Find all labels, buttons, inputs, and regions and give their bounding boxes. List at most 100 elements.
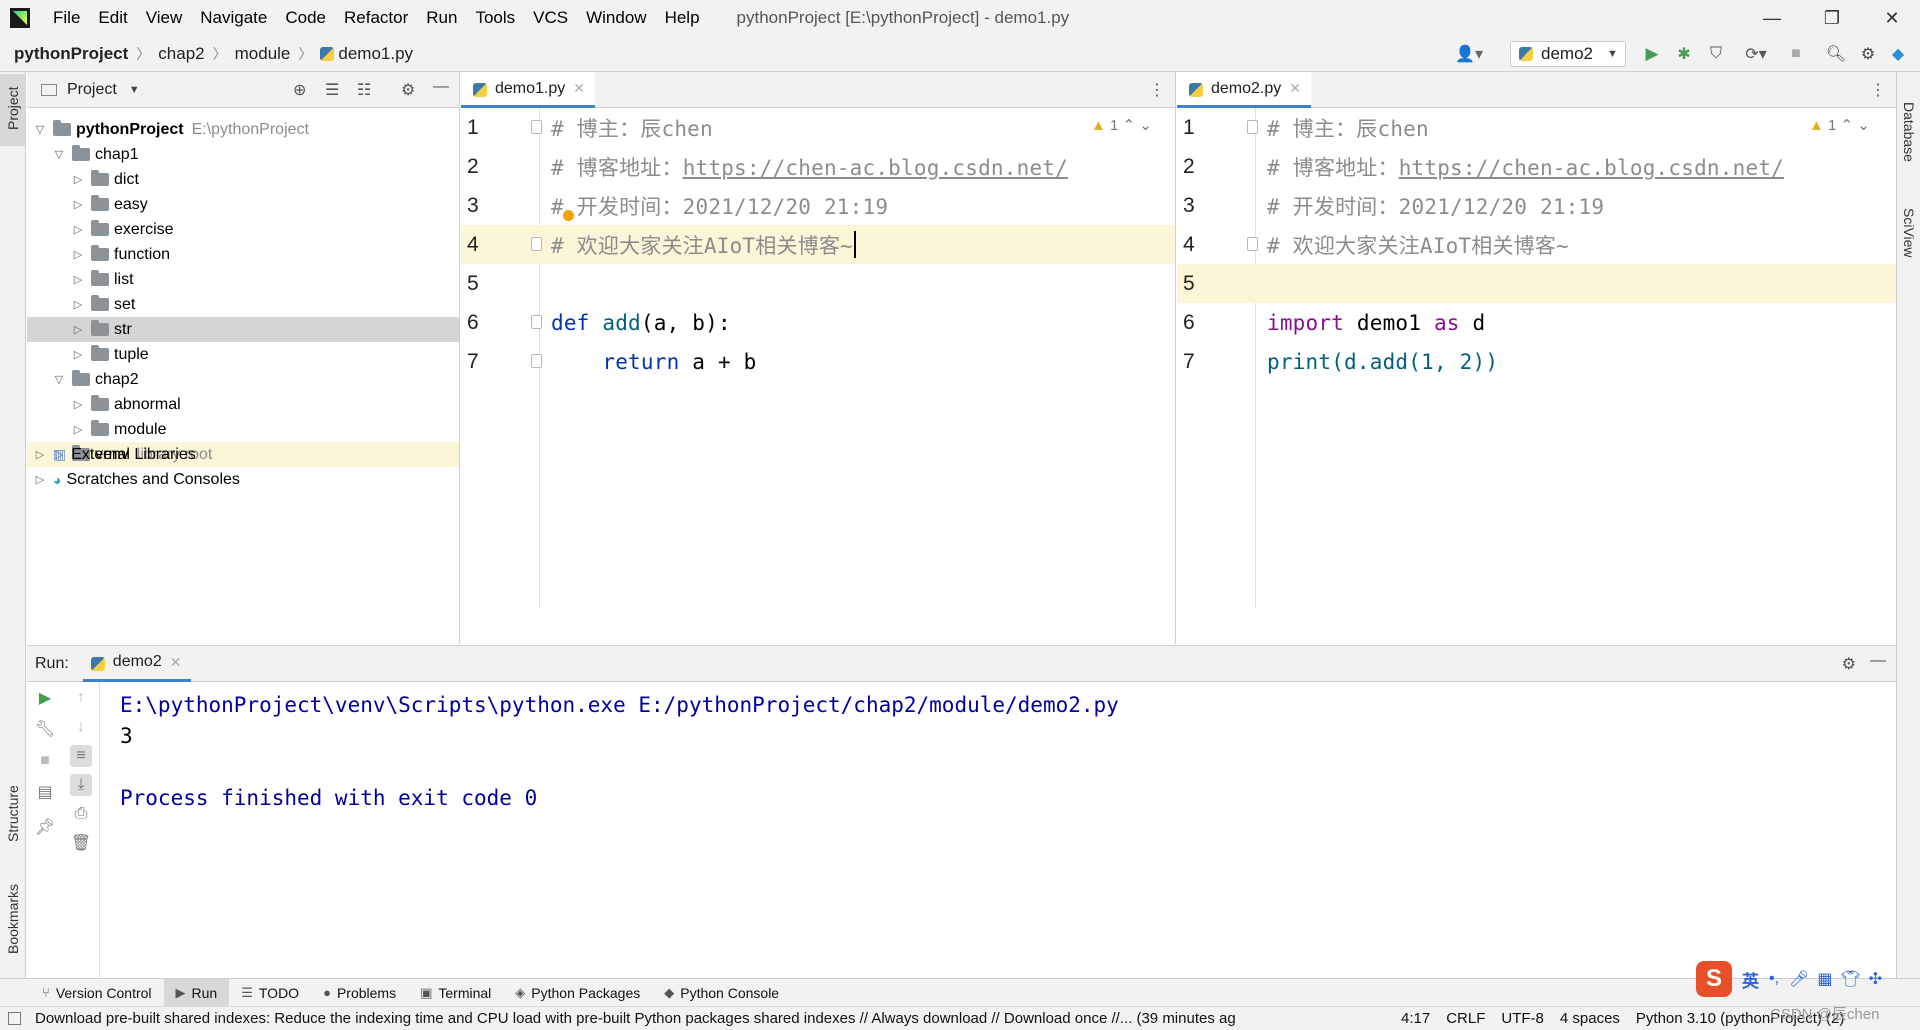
code-line[interactable]: 7 return a + b (461, 342, 1175, 381)
layout-icon[interactable]: ▤ (34, 781, 56, 803)
close-icon[interactable]: ✕ (170, 654, 182, 671)
chevron-right-icon[interactable]: ▷ (71, 398, 85, 411)
tree-item-chap1[interactable]: ▽ chap1 (27, 142, 459, 167)
hide-panel-icon[interactable]: — (1870, 652, 1886, 670)
code-line[interactable]: 3 # 开发时间：2021/12/20 21:19 (1177, 186, 1896, 225)
chevron-right-icon[interactable]: ▷ (71, 348, 85, 361)
caret-position[interactable]: 4:17 (1401, 1010, 1430, 1027)
menu-code[interactable]: Code (276, 0, 335, 36)
arrow-up-icon[interactable]: ↑ (70, 687, 92, 709)
stop-icon[interactable]: ■ (1786, 44, 1806, 64)
toolbox-icon[interactable]: ✣ (1869, 969, 1882, 989)
run-tab-demo2[interactable]: demo2 ✕ (82, 646, 192, 682)
code-line[interactable]: 6 def add(a, b): (461, 303, 1175, 342)
gear-icon[interactable]: ⚙ (1842, 654, 1856, 674)
tool-tab-python-packages[interactable]: ◈ Python Packages (503, 979, 652, 1007)
code-line[interactable]: 2 # 博客地址：https://chen-ac.blog.csdn.net/ (1177, 147, 1896, 186)
pin-icon[interactable]: 📌︎ (34, 816, 56, 838)
run-icon[interactable]: ▶ (1642, 44, 1662, 64)
code-line[interactable]: 3 # 开发时间：2021/12/20 21:19 (461, 186, 1175, 225)
tool-tab-version-control[interactable]: ⑂ Version Control (30, 979, 164, 1007)
code-line[interactable]: 5 (461, 264, 1175, 303)
tree-item-function[interactable]: ▷ function (27, 242, 459, 267)
breadcrumb-chap2[interactable]: chap2 (158, 44, 204, 64)
project-view-title[interactable]: Project (67, 81, 117, 99)
restore-button[interactable]: ❐ (1802, 0, 1862, 36)
menu-run[interactable]: Run (417, 0, 466, 36)
scroll-to-end-icon[interactable]: ⤓ (70, 774, 92, 796)
tree-external-libraries[interactable]: ▷ ▥ External Libraries (27, 442, 459, 467)
code-line[interactable]: 2 # 博客地址：https://chen-ac.blog.csdn.net/ (461, 147, 1175, 186)
wrench-icon[interactable]: 🔧︎ (34, 718, 56, 740)
minimize-button[interactable]: — (1742, 0, 1802, 36)
coverage-icon[interactable]: ⛉ (1706, 44, 1726, 64)
toggle-tool-windows-icon[interactable] (8, 1012, 21, 1025)
chevron-down-icon[interactable]: ▼ (129, 84, 140, 96)
code-line[interactable]: 6 import demo1 as d (1177, 303, 1896, 342)
close-icon[interactable]: ✕ (573, 80, 585, 97)
more-options-icon[interactable]: ⋮ (1149, 80, 1165, 100)
close-window-button[interactable]: ✕ (1862, 0, 1920, 36)
rerun-icon[interactable]: ▶ (34, 687, 56, 709)
print-icon[interactable]: ⎙ (70, 803, 92, 825)
chevron-right-icon[interactable]: ▷ (71, 298, 85, 311)
tree-item-abnormal[interactable]: ▷ abnormal (27, 392, 459, 417)
jetbrains-toolbox-icon[interactable]: ◆ (1888, 44, 1908, 64)
close-icon[interactable]: ✕ (1289, 80, 1301, 97)
locate-icon[interactable]: ⊕ (293, 80, 306, 100)
chevron-right-icon[interactable]: ▷ (71, 223, 85, 236)
menu-edit[interactable]: Edit (89, 0, 136, 36)
tree-scratches[interactable]: ▷ ◕ Scratches and Consoles (27, 467, 459, 492)
bookmarks-tool-label[interactable]: Bookmarks (5, 884, 21, 954)
menu-view[interactable]: View (137, 0, 192, 36)
tree-root[interactable]: ▽ pythonProject E:\pythonProject (27, 117, 459, 142)
gear-icon[interactable]: ⚙ (1858, 44, 1878, 64)
code-line-current[interactable]: 4 # 欢迎大家关注AIoT相关博客~ (461, 225, 1175, 264)
code-line[interactable]: 4 # 欢迎大家关注AIoT相关博客~ (1177, 225, 1896, 264)
chevron-down-icon[interactable]: ▽ (52, 148, 66, 161)
ime-language[interactable]: 英 (1742, 967, 1759, 992)
code-line-current[interactable]: 5 (1177, 264, 1896, 303)
fold-marker-icon[interactable] (531, 237, 542, 251)
tree-item-str[interactable]: ▷ str (27, 317, 459, 342)
menu-window[interactable]: Window (577, 0, 655, 36)
chevron-right-icon[interactable]: ▷ (33, 473, 47, 486)
keyboard-icon[interactable]: ▦ (1817, 969, 1832, 989)
code-line[interactable]: 1 # 博主：辰chen (461, 108, 1175, 147)
hide-panel-icon[interactable]: — (433, 78, 449, 96)
tool-tab-todo[interactable]: ☰ TODO (229, 979, 311, 1007)
structure-tool-label[interactable]: Structure (5, 785, 21, 842)
status-message[interactable]: Download pre-built shared indexes: Reduc… (35, 1010, 1375, 1027)
fold-marker-icon[interactable] (1247, 237, 1258, 251)
breadcrumb-file[interactable]: demo1.py (338, 44, 413, 64)
line-separator[interactable]: CRLF (1446, 1010, 1485, 1027)
code-link[interactable]: https://chen-ac.blog.csdn.net/ (683, 156, 1068, 180)
collapse-all-icon[interactable]: ☷ (357, 80, 371, 100)
tree-item-tuple[interactable]: ▷ tuple (27, 342, 459, 367)
tree-item-set[interactable]: ▷ set (27, 292, 459, 317)
tree-item-chap2[interactable]: ▽ chap2 (27, 367, 459, 392)
tab-demo1[interactable]: demo1.py ✕ (461, 72, 595, 108)
arrow-down-icon[interactable]: ↓ (70, 716, 92, 738)
gear-icon[interactable]: ⚙ (401, 80, 415, 100)
breadcrumb-project[interactable]: pythonProject (14, 44, 128, 64)
punctuation-icon[interactable]: •, (1769, 970, 1779, 988)
chevron-right-icon[interactable]: ▷ (71, 173, 85, 186)
more-options-icon[interactable]: ⋮ (1870, 80, 1886, 100)
fold-marker-icon[interactable] (531, 120, 542, 134)
chevron-right-icon[interactable]: ▷ (71, 423, 85, 436)
fold-marker-icon[interactable] (531, 315, 542, 329)
tab-demo2[interactable]: demo2.py ✕ (1177, 72, 1311, 108)
tool-tab-python-console[interactable]: ◆ Python Console (652, 979, 791, 1007)
database-tool-label[interactable]: Database (1901, 102, 1917, 162)
menu-file[interactable]: File (44, 0, 89, 36)
tree-item-exercise[interactable]: ▷ exercise (27, 217, 459, 242)
menu-navigate[interactable]: Navigate (191, 0, 276, 36)
soft-wrap-icon[interactable]: ≡ (70, 745, 92, 767)
run-configuration-select[interactable]: demo2 ▼ (1510, 41, 1626, 67)
skin-icon[interactable]: 👕︎ (1840, 969, 1860, 989)
file-encoding[interactable]: UTF-8 (1501, 1010, 1544, 1027)
user-account-icon[interactable]: 👤▾ (1452, 44, 1486, 64)
sciview-tool-label[interactable]: SciView (1901, 208, 1917, 258)
expand-all-icon[interactable]: ☰ (325, 80, 339, 100)
